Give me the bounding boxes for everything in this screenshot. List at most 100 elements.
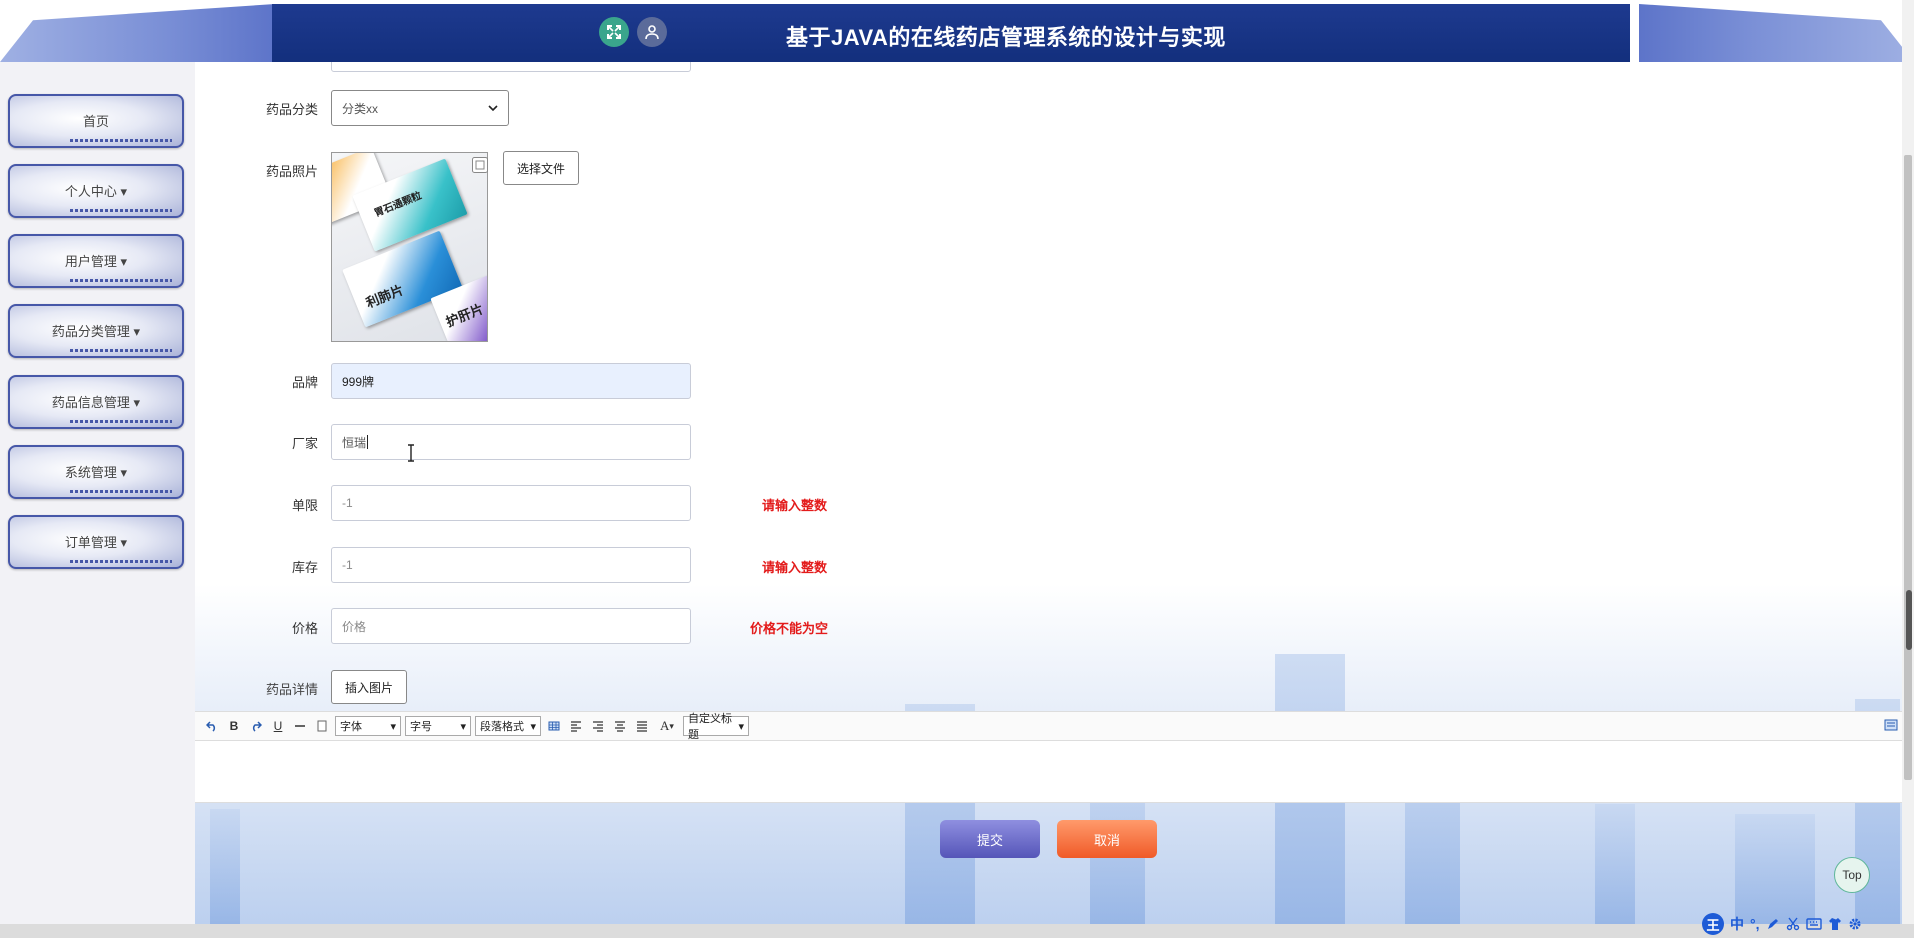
- page-icon[interactable]: [313, 717, 331, 735]
- cancel-button[interactable]: 取消: [1057, 820, 1157, 858]
- sidebar: 首页 个人中心 ▾ 用户管理 ▾ 药品分类管理 ▾ 药品信息管理 ▾ 系统管理 …: [0, 62, 195, 924]
- sidebar-item-home[interactable]: 首页: [8, 94, 184, 148]
- horizontal-rule-icon[interactable]: [291, 717, 309, 735]
- align-center-icon[interactable]: [611, 717, 629, 735]
- back-to-top-button[interactable]: Top: [1834, 857, 1870, 893]
- category-label: 药品分类: [265, 102, 318, 117]
- rich-text-editor[interactable]: [195, 741, 1902, 803]
- brand-input[interactable]: 999牌: [331, 363, 691, 399]
- maker-input-value: 恒瑞: [342, 435, 367, 450]
- sidebar-item-label: 药品信息管理 ▾: [51, 394, 141, 410]
- sidebar-item-system-management[interactable]: 系统管理 ▾: [8, 445, 184, 499]
- header-wing-left: [0, 4, 275, 62]
- font-family-select[interactable]: 字体 ▾: [335, 716, 401, 736]
- sidebar-item-label: 个人中心 ▾: [64, 183, 128, 199]
- ime-language-toggle[interactable]: 中: [1730, 914, 1744, 934]
- caret-down-icon: ▾: [460, 720, 466, 733]
- scrollbar-marker: [1906, 590, 1912, 650]
- ime-logo[interactable]: 王: [1702, 913, 1724, 935]
- choose-file-button[interactable]: 选择文件: [503, 151, 579, 185]
- box-label: 护肝片: [443, 301, 486, 330]
- redo-icon[interactable]: [247, 717, 265, 735]
- font-size-select[interactable]: 字号 ▾: [405, 716, 471, 736]
- sidebar-item-order-management[interactable]: 订单管理 ▾: [8, 515, 184, 569]
- building-decoration: [1595, 804, 1635, 924]
- font-color-button[interactable]: A ▾: [655, 717, 679, 735]
- font-family-value: 字体: [340, 721, 362, 733]
- price-input[interactable]: 价格: [331, 608, 691, 644]
- submit-button[interactable]: 提交: [940, 820, 1040, 858]
- chevron-down-icon: [488, 105, 498, 112]
- pen-icon[interactable]: [1766, 917, 1780, 931]
- main-content: 药品分类 分类xx 药品照片 胃石通颗粒 利肺片 护肝片 选择文件 品牌 999…: [195, 62, 1902, 924]
- header-wing-right: [1639, 4, 1914, 62]
- field-above-partial[interactable]: [331, 62, 691, 72]
- align-justify-icon[interactable]: [633, 717, 651, 735]
- limit-input[interactable]: -1: [331, 485, 691, 521]
- underline-button[interactable]: U: [269, 717, 287, 735]
- align-right-icon[interactable]: [589, 717, 607, 735]
- maker-label: 厂家: [291, 436, 318, 451]
- paragraph-format-value: 段落格式: [480, 721, 524, 733]
- scissors-icon[interactable]: [1786, 917, 1800, 931]
- stock-error: 请输入整数: [762, 560, 828, 575]
- sidebar-item-user-management[interactable]: 用户管理 ▾: [8, 234, 184, 288]
- undo-icon[interactable]: [203, 717, 221, 735]
- user-icon: [645, 25, 659, 40]
- sidebar-item-drug-category-management[interactable]: 药品分类管理 ▾: [8, 304, 184, 358]
- keyboard-icon[interactable]: [1805, 917, 1822, 931]
- box-label: 利肺片: [363, 282, 406, 311]
- photo-label: 药品照片: [265, 164, 318, 179]
- table-icon[interactable]: [545, 717, 563, 735]
- caret-down-icon: ▾: [669, 720, 674, 731]
- caret-down-icon: ▾: [530, 720, 536, 733]
- limit-error: 请输入整数: [762, 498, 828, 513]
- price-error: 价格不能为空: [750, 621, 829, 636]
- brand-label: 品牌: [291, 375, 318, 390]
- sidebar-item-personal-center[interactable]: 个人中心 ▾: [8, 164, 184, 218]
- maker-input[interactable]: 恒瑞: [331, 424, 691, 460]
- font-color-glyph: A: [660, 718, 670, 733]
- insert-image-button[interactable]: 插入图片: [331, 670, 407, 704]
- limit-label: 单限: [291, 498, 318, 513]
- user-button[interactable]: [637, 17, 667, 47]
- ime-toolbar: 王 中 °,: [1702, 912, 1902, 936]
- expand-icon: [607, 25, 621, 39]
- category-select[interactable]: 分类xx: [331, 90, 509, 126]
- sidebar-item-label: 用户管理 ▾: [64, 253, 128, 269]
- stock-label: 库存: [291, 560, 318, 575]
- building-decoration: [1735, 814, 1815, 924]
- caret-down-icon: ▾: [390, 720, 396, 733]
- detail-label: 药品详情: [265, 682, 318, 697]
- paragraph-format-select[interactable]: 段落格式 ▾: [475, 716, 541, 736]
- skin-shirt-icon[interactable]: [1828, 917, 1842, 931]
- price-label: 价格: [291, 621, 318, 636]
- sidebar-item-label: 订单管理 ▾: [64, 534, 128, 550]
- editor-toolbar: B U 字体 ▾ 字号 ▾ 段落格式 ▾ A ▾ 自定义标题 ▾: [195, 711, 1902, 741]
- sidebar-item-label: 系统管理 ▾: [64, 464, 128, 480]
- source-view-icon[interactable]: [1884, 719, 1898, 731]
- sidebar-item-label: 药品分类管理 ▾: [51, 323, 141, 339]
- drug-photo-preview: 胃石通颗粒 利肺片 护肝片: [331, 152, 488, 342]
- horizontal-scrollbar[interactable]: [0, 924, 1914, 938]
- font-size-value: 字号: [410, 721, 432, 733]
- box-label: 胃石通颗粒: [372, 190, 424, 220]
- custom-heading-select[interactable]: 自定义标题 ▾: [683, 713, 749, 741]
- align-left-icon[interactable]: [567, 717, 585, 735]
- page-title: 基于JAVA的在线药店管理系统的设计与实现: [786, 25, 1226, 50]
- punctuation-icon[interactable]: °,: [1750, 916, 1760, 932]
- custom-heading-value: 自定义标题: [688, 713, 732, 741]
- fullscreen-button[interactable]: [599, 17, 629, 47]
- gear-icon[interactable]: [1848, 917, 1862, 931]
- bold-button[interactable]: B: [225, 717, 243, 735]
- photo-clear-icon[interactable]: [471, 156, 489, 174]
- vertical-scrollbar-thumb[interactable]: [1904, 155, 1912, 780]
- top-header: 基于JAVA的在线药店管理系统的设计与实现: [0, 0, 1914, 62]
- caret-down-icon: ▾: [738, 720, 744, 733]
- text-caret: [367, 435, 369, 449]
- text-cursor-icon: [408, 444, 414, 462]
- category-selected-value: 分类xx: [342, 101, 379, 116]
- sidebar-item-label: 首页: [82, 113, 109, 129]
- sidebar-item-drug-info-management[interactable]: 药品信息管理 ▾: [8, 375, 184, 429]
- stock-input[interactable]: -1: [331, 547, 691, 583]
